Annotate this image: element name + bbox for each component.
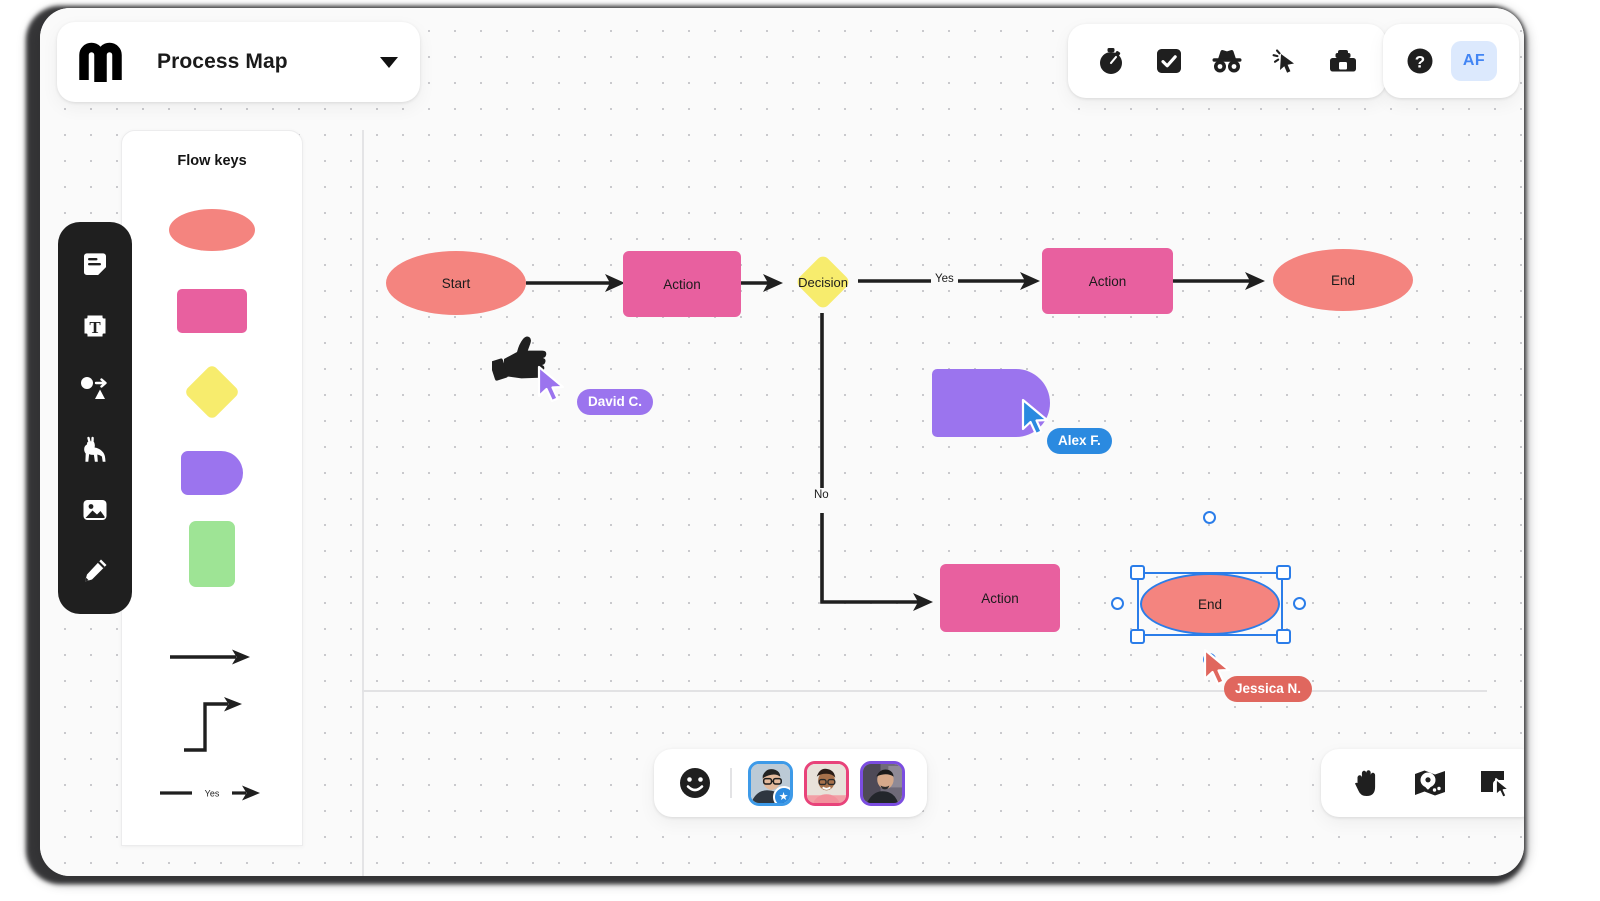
hand-pan-icon[interactable]: [1349, 766, 1383, 800]
node-action-1[interactable]: Action: [623, 251, 741, 317]
node-action-3[interactable]: Action: [940, 564, 1060, 632]
node-end-1-label: End: [1330, 272, 1356, 288]
resize-handle-top-right[interactable]: [1276, 565, 1291, 580]
connection-handle-right[interactable]: [1293, 597, 1306, 610]
collaborator-avatar-1[interactable]: ★: [747, 760, 793, 806]
cursor-david: David C.: [492, 333, 654, 415]
app-window: Process Map ? AF T Flow keys Yes Yes No …: [40, 8, 1524, 876]
sticky-note-icon[interactable]: [77, 247, 113, 283]
connection-handle-top[interactable]: [1203, 511, 1216, 524]
resize-handle-bottom-left[interactable]: [1130, 629, 1145, 644]
smiley-face-icon[interactable]: [676, 764, 714, 802]
flow-connectors-layer: [526, 272, 1265, 611]
connection-handle-left[interactable]: [1111, 597, 1124, 610]
node-action-3-label: Action: [981, 590, 1019, 606]
app-root: Process Map ? AF T Flow keys Yes Yes No …: [0, 0, 1600, 901]
bottom-bar-divider: [730, 768, 732, 798]
llama-icon[interactable]: [77, 431, 113, 467]
minimap-icon[interactable]: [1413, 766, 1447, 800]
text-icon[interactable]: T: [77, 308, 113, 344]
cursor-jessica: Jessica N.: [1202, 648, 1313, 702]
star-icon: ★: [772, 785, 790, 803]
left-toolbar: T: [58, 222, 132, 614]
image-icon[interactable]: [77, 492, 113, 528]
node-action-2-label: Action: [1088, 273, 1127, 289]
svg-text:T: T: [89, 318, 101, 337]
cursor-label-alex: Alex F.: [1047, 428, 1112, 454]
cursor-pointer-david: [537, 365, 565, 403]
avatar-photo-3: [862, 763, 902, 803]
node-action-1-label: Action: [663, 276, 701, 292]
cursor-label-david: David C.: [577, 389, 654, 415]
frame-cursor-icon[interactable]: [1477, 766, 1511, 800]
node-start[interactable]: Start: [386, 251, 526, 315]
cursor-alex: Alex F.: [1020, 398, 1112, 454]
node-start-label: Start: [441, 275, 471, 291]
shapes-connector-icon[interactable]: [77, 369, 113, 405]
collaboration-bar: ★: [654, 749, 927, 817]
cursor-label-jessica: Jessica N.: [1224, 676, 1313, 702]
node-end-1[interactable]: End: [1273, 249, 1413, 311]
edge-label-yes: Yes: [931, 273, 958, 285]
collaborator-avatar-2[interactable]: [803, 760, 849, 806]
edge-label-no: No: [810, 489, 833, 501]
node-action-2[interactable]: Action: [1042, 248, 1173, 314]
pen-icon[interactable]: [77, 553, 113, 589]
resize-handle-top-left[interactable]: [1130, 565, 1145, 580]
selection-box: [1137, 572, 1283, 636]
node-decision-label: Decision: [798, 274, 848, 290]
node-decision[interactable]: Decision: [794, 253, 852, 311]
avatar-photo-2: [806, 763, 846, 803]
collaborator-avatar-3[interactable]: [859, 760, 905, 806]
view-controls-bar: [1321, 749, 1524, 817]
resize-handle-bottom-right[interactable]: [1276, 629, 1291, 644]
